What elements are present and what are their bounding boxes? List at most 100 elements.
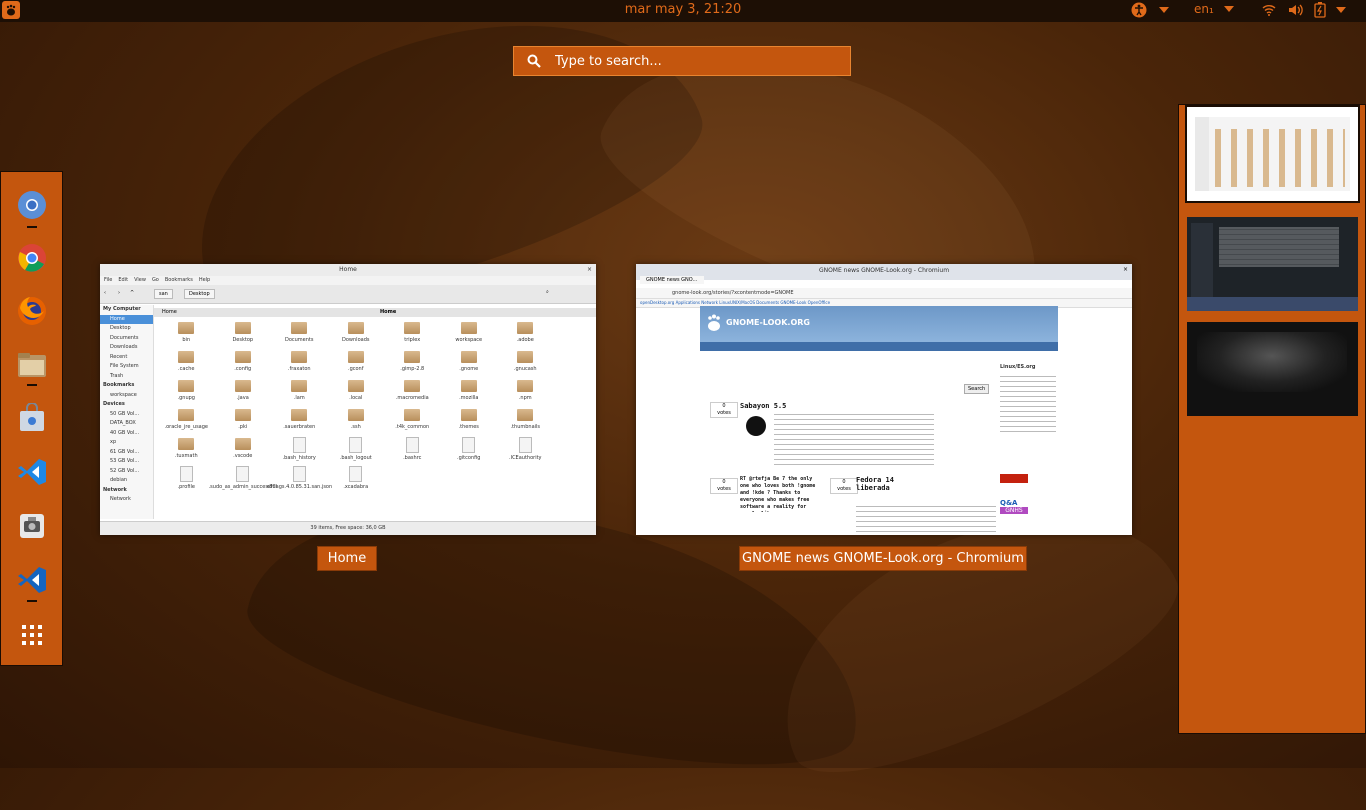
file-item[interactable]: .gconf: [328, 348, 385, 377]
chromium-launcher[interactable]: [15, 188, 49, 222]
post-title[interactable]: Sabayon 5.5: [740, 402, 786, 410]
file-item[interactable]: .thumbnails: [497, 406, 554, 435]
menu-edit[interactable]: Edit: [118, 276, 128, 285]
tab-home-2[interactable]: Home: [380, 308, 396, 317]
file-item[interactable]: triplex: [384, 319, 441, 348]
menu-view[interactable]: View: [134, 276, 146, 285]
file-item[interactable]: .npm: [497, 377, 554, 406]
url-bar[interactable]: gnome-look.org/stories/?xcontentmode=GNO…: [636, 288, 1132, 299]
file-item[interactable]: workspace: [441, 319, 498, 348]
file-item[interactable]: Desktop: [215, 319, 272, 348]
search-button[interactable]: Search: [964, 384, 990, 394]
post-title[interactable]: RT @rtefja Be 7 the only one who loves b…: [740, 476, 820, 512]
menu-bookmarks[interactable]: Bookmarks: [165, 276, 193, 285]
file-item[interactable]: .config: [215, 348, 272, 377]
browser-tab[interactable]: GNOME news GNO...: [640, 276, 704, 284]
files-launcher[interactable]: [15, 348, 49, 382]
sidebar-item-device[interactable]: 53 GB Vol...: [100, 457, 153, 467]
sidebar-item-device[interactable]: 40 GB Vol...: [100, 429, 153, 439]
sidebar-item-trash[interactable]: Trash: [100, 372, 153, 382]
window-thumbnail-home[interactable]: Home × File Edit View Go Bookmarks Help …: [100, 264, 596, 535]
vote-box[interactable]: 0 votes: [710, 478, 738, 494]
back-icon[interactable]: ‹: [104, 290, 106, 296]
workspace-1[interactable]: [1185, 105, 1360, 203]
file-item[interactable]: .pki: [215, 406, 272, 435]
file-item[interactable]: .gnupg: [158, 377, 215, 406]
firefox-launcher[interactable]: [15, 294, 49, 328]
file-item[interactable]: .macromedia: [384, 377, 441, 406]
keyboard-layout-menu[interactable]: en₁: [1194, 2, 1234, 16]
file-item[interactable]: .vscode: [215, 435, 272, 464]
file-item[interactable]: .cache: [158, 348, 215, 377]
file-item[interactable]: .fraxaton: [271, 348, 328, 377]
sidebar-item-device[interactable]: 50 GB Vol...: [100, 410, 153, 420]
vscode-insiders-launcher[interactable]: [15, 563, 49, 597]
sidebar-item-device[interactable]: debian: [100, 476, 153, 486]
file-item[interactable]: .ICEauthority: [497, 435, 554, 464]
menu-file[interactable]: File: [104, 276, 112, 285]
site-logo[interactable]: GNOME-LOOK.ORG: [726, 318, 810, 327]
file-item[interactable]: .sauerbraten: [271, 406, 328, 435]
file-item[interactable]: Downloads: [328, 319, 385, 348]
vscode-launcher[interactable]: [15, 455, 49, 489]
file-item[interactable]: .gimp-2.8: [384, 348, 441, 377]
file-item[interactable]: .oracle_jre_usage: [158, 406, 215, 435]
file-item[interactable]: .xcadabra: [328, 464, 385, 493]
file-item[interactable]: .mozilla: [441, 377, 498, 406]
sidebar-link-qa[interactable]: Q&A: [1000, 499, 1058, 507]
software-launcher[interactable]: [15, 401, 49, 435]
menu-go[interactable]: Go: [152, 276, 159, 285]
workspace-3[interactable]: [1187, 322, 1358, 416]
search-icon[interactable]: ⌕: [546, 289, 549, 295]
sidebar-item-workspace[interactable]: workspace: [100, 391, 153, 401]
sidebar-item-device[interactable]: DATA_BOX: [100, 419, 153, 429]
sidebar-item-recent[interactable]: Recent: [100, 353, 153, 363]
sidebar-item-file-system[interactable]: File System: [100, 362, 153, 372]
workspace-2[interactable]: [1187, 217, 1358, 311]
file-item[interactable]: x8flags.4.0.85.31.san.json: [266, 464, 332, 493]
sidebar-item-downloads[interactable]: Downloads: [100, 343, 153, 353]
close-icon[interactable]: ×: [1123, 266, 1128, 273]
file-item[interactable]: .tuxmath: [158, 435, 215, 464]
file-item[interactable]: .profile: [158, 464, 215, 493]
up-icon[interactable]: ^: [130, 290, 134, 296]
file-item[interactable]: .gnome: [441, 348, 498, 377]
sidebar-item-device[interactable]: xp: [100, 438, 153, 448]
sidebar-item-documents[interactable]: Documents: [100, 334, 153, 344]
accessibility-menu[interactable]: [1131, 2, 1169, 18]
file-item[interactable]: .local: [328, 377, 385, 406]
file-item[interactable]: .bashrc: [384, 435, 441, 464]
file-item[interactable]: .sudo_as_admin_successful: [209, 464, 277, 493]
search-input[interactable]: [553, 52, 837, 70]
sidebar-item-network[interactable]: Network: [100, 495, 153, 505]
file-item[interactable]: .t4k_common: [384, 406, 441, 435]
sidebar-item-home[interactable]: Home: [100, 314, 153, 324]
path-button-san[interactable]: san: [154, 289, 173, 299]
file-item[interactable]: .gitconfig: [441, 435, 498, 464]
forward-icon[interactable]: ›: [118, 290, 120, 296]
file-item[interactable]: .ssh: [328, 406, 385, 435]
vote-box[interactable]: 0 votes: [830, 478, 858, 494]
file-item[interactable]: .lam: [271, 377, 328, 406]
window-caption-home[interactable]: Home: [317, 546, 377, 571]
sidebar-item-device[interactable]: 52 GB Vol...: [100, 467, 153, 477]
vote-box[interactable]: 0 votes: [710, 402, 738, 418]
screenshot-launcher[interactable]: [15, 509, 49, 543]
file-item[interactable]: Documents: [271, 319, 328, 348]
sidebar-item-device[interactable]: 61 GB Vol...: [100, 448, 153, 458]
show-apps-button[interactable]: [15, 618, 49, 652]
chrome-launcher[interactable]: [15, 241, 49, 275]
system-menu[interactable]: [1262, 2, 1346, 18]
file-item[interactable]: .bash_logout: [328, 435, 385, 464]
menu-help[interactable]: Help: [199, 276, 210, 285]
file-item[interactable]: .themes: [441, 406, 498, 435]
post-title[interactable]: Fedora 14 liberada: [856, 476, 926, 492]
file-item[interactable]: .adobe: [497, 319, 554, 348]
window-thumbnail-chromium[interactable]: GNOME news GNOME-Look.org - Chromium GNO…: [636, 264, 1132, 535]
badge-spam[interactable]: [1000, 474, 1028, 483]
file-item[interactable]: .gnucash: [497, 348, 554, 377]
file-item[interactable]: bin: [158, 319, 215, 348]
file-item[interactable]: .java: [215, 377, 272, 406]
tab-home-1[interactable]: Home: [162, 308, 177, 317]
close-icon[interactable]: ×: [587, 264, 592, 276]
